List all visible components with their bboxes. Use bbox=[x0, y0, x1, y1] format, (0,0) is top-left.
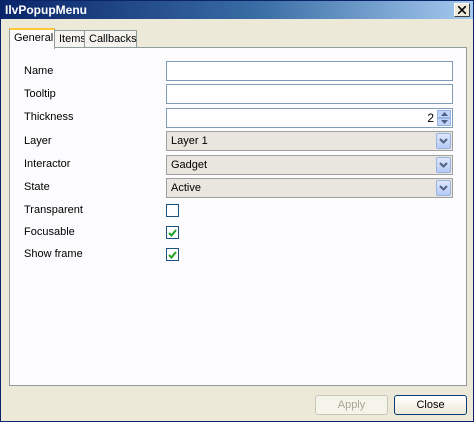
spin-down-button[interactable] bbox=[437, 118, 451, 126]
checkmark-icon bbox=[168, 228, 177, 237]
window-title: IlvPopupMenu bbox=[5, 3, 87, 17]
tooltip-label: Tooltip bbox=[24, 88, 56, 100]
interactor-combo[interactable]: Gadget bbox=[166, 155, 453, 175]
chevron-down-icon bbox=[440, 120, 448, 124]
interactor-label: Interactor bbox=[24, 158, 71, 170]
apply-button[interactable]: Apply bbox=[315, 395, 388, 415]
layer-dropdown-button[interactable] bbox=[436, 133, 451, 149]
transparent-checkbox[interactable] bbox=[166, 204, 179, 217]
thickness-spinner[interactable]: 2 bbox=[166, 108, 453, 128]
dialog-window: IlvPopupMenu General Items Callbacks Nam… bbox=[0, 0, 474, 422]
state-combo[interactable]: Active bbox=[166, 178, 453, 198]
thickness-label: Thickness bbox=[24, 111, 74, 123]
layer-label: Layer bbox=[24, 135, 52, 147]
close-window-button[interactable] bbox=[454, 3, 470, 17]
chevron-down-icon bbox=[439, 162, 448, 168]
thickness-value: 2 bbox=[427, 111, 434, 125]
title-bar[interactable]: IlvPopupMenu bbox=[1, 1, 473, 19]
spin-up-button[interactable] bbox=[437, 110, 451, 118]
general-panel: Name Tooltip Thickness 2 Layer Layer 1 I… bbox=[9, 47, 467, 386]
focusable-label: Focusable bbox=[24, 226, 75, 238]
state-dropdown-button[interactable] bbox=[436, 180, 451, 196]
chevron-up-icon bbox=[440, 112, 448, 116]
name-field[interactable] bbox=[166, 61, 453, 81]
transparent-label: Transparent bbox=[24, 204, 83, 216]
tab-callbacks[interactable]: Callbacks bbox=[84, 30, 137, 48]
close-icon bbox=[458, 6, 466, 14]
interactor-value: Gadget bbox=[171, 159, 208, 171]
showframe-label: Show frame bbox=[24, 248, 83, 260]
layer-combo[interactable]: Layer 1 bbox=[166, 131, 453, 151]
checkmark-icon bbox=[168, 250, 177, 259]
spin-buttons bbox=[437, 110, 451, 126]
tooltip-field[interactable] bbox=[166, 84, 453, 104]
layer-value: Layer 1 bbox=[171, 135, 208, 147]
state-value: Active bbox=[171, 182, 201, 194]
showframe-checkbox[interactable] bbox=[166, 248, 179, 261]
chevron-down-icon bbox=[439, 185, 448, 191]
name-label: Name bbox=[24, 65, 54, 77]
focusable-checkbox[interactable] bbox=[166, 226, 179, 239]
interactor-dropdown-button[interactable] bbox=[436, 157, 451, 173]
close-button[interactable]: Close bbox=[394, 395, 467, 415]
state-label: State bbox=[24, 181, 50, 193]
chevron-down-icon bbox=[439, 138, 448, 144]
tab-general[interactable]: General bbox=[9, 28, 55, 49]
tab-items[interactable]: Items bbox=[54, 30, 86, 48]
